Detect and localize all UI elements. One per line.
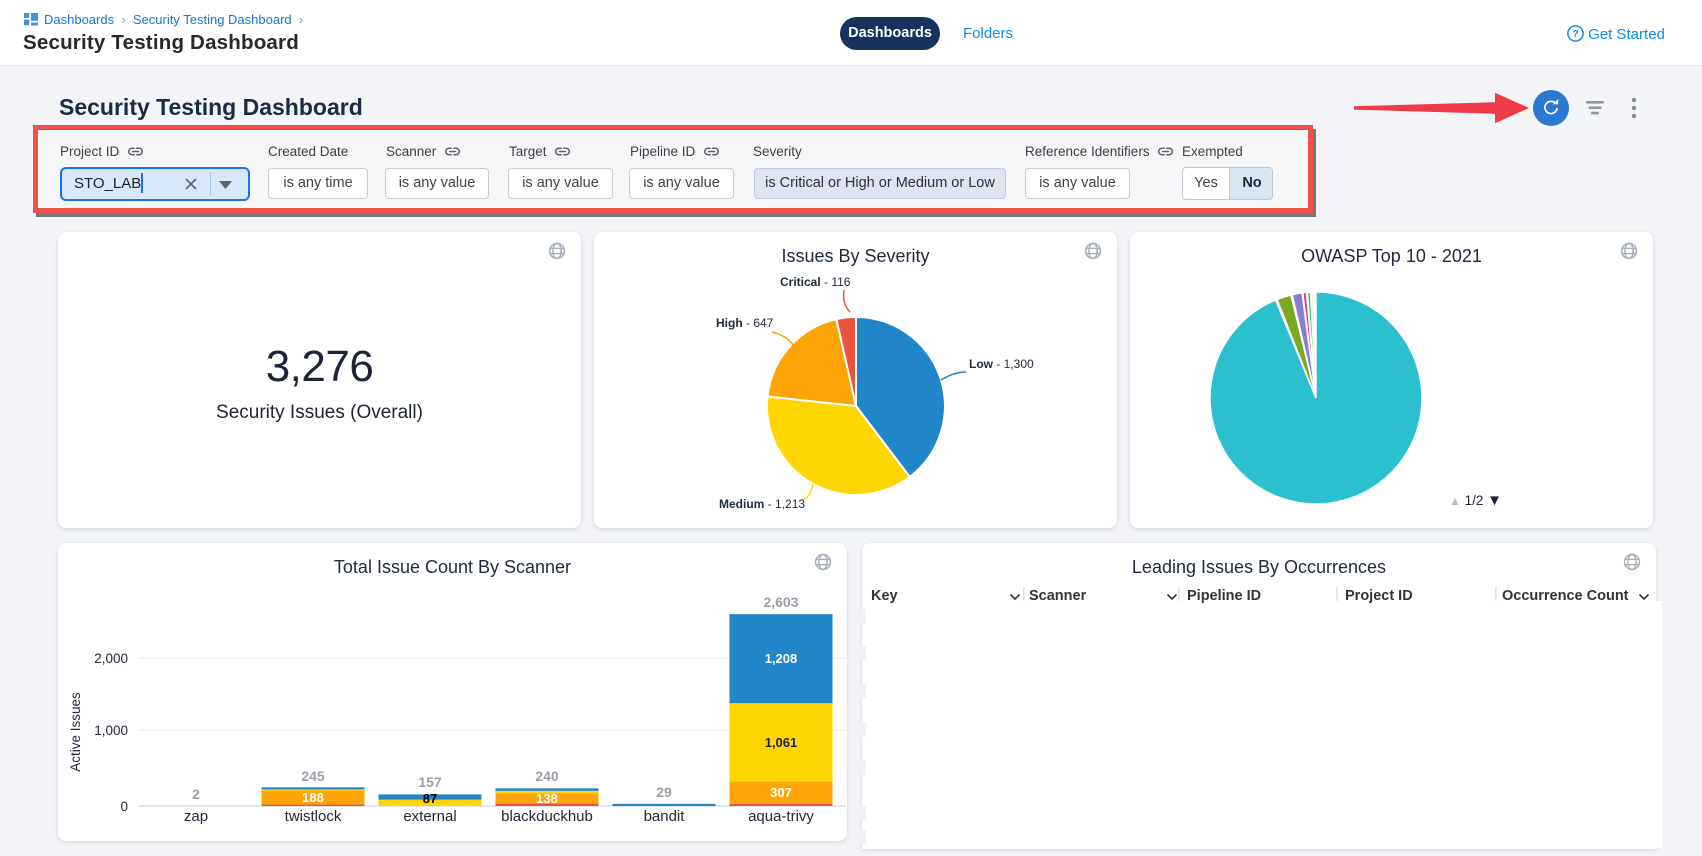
svg-text:?: ? [1572, 28, 1578, 40]
svg-text:1,061: 1,061 [765, 735, 798, 750]
svg-text:240: 240 [535, 768, 559, 784]
svg-text:188: 188 [302, 790, 324, 805]
svg-text:1,208: 1,208 [765, 651, 798, 666]
svg-text:138: 138 [536, 791, 558, 806]
svg-text:bandit: bandit [644, 808, 686, 825]
svg-text:2,000: 2,000 [94, 651, 128, 666]
svg-text:twistlock: twistlock [285, 808, 342, 825]
svg-text:87: 87 [423, 791, 437, 806]
svg-text:Active Issues: Active Issues [68, 692, 83, 772]
svg-text:High - 647: High - 647 [716, 316, 774, 330]
svg-text:1,000: 1,000 [94, 723, 128, 738]
svg-text:external: external [403, 808, 456, 825]
svg-text:245: 245 [301, 768, 325, 784]
svg-text:307: 307 [770, 785, 792, 800]
svg-text:zap: zap [184, 808, 208, 825]
svg-text:Low - 1,300: Low - 1,300 [969, 357, 1034, 371]
svg-text:157: 157 [418, 774, 442, 790]
svg-text:2: 2 [192, 786, 200, 802]
svg-text:29: 29 [656, 784, 672, 800]
svg-text:Critical - 116: Critical - 116 [780, 275, 851, 289]
svg-text:0: 0 [120, 799, 128, 814]
svg-text:aqua-trivy: aqua-trivy [748, 808, 814, 825]
svg-text:2,603: 2,603 [763, 594, 798, 610]
svg-text:blackduckhub: blackduckhub [501, 808, 593, 825]
svg-text:Medium - 1,213: Medium - 1,213 [719, 497, 805, 511]
